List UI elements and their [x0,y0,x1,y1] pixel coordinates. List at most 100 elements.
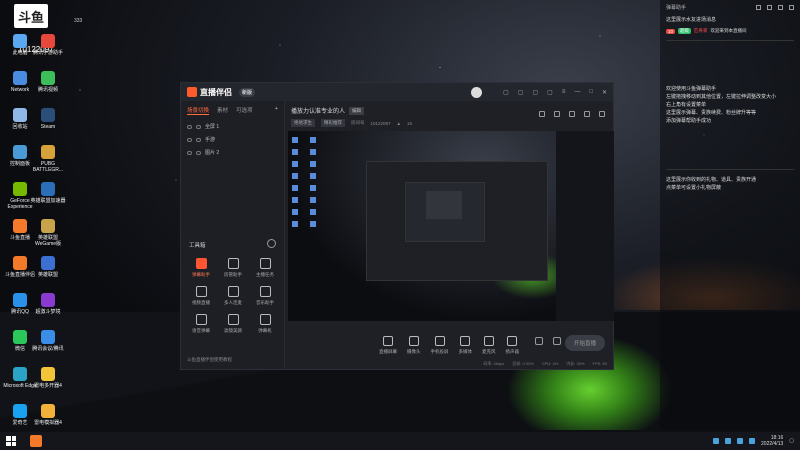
desktop-icon[interactable]: 腾讯会议/腾讯 [28,330,68,352]
tool-video-live[interactable]: 视频直播 [185,286,217,306]
tool-label: 弹幕助手 [192,272,210,277]
settings-icon[interactable] [756,4,761,10]
preview-nested-window [366,161,548,281]
version-badge[interactable]: 新版 [239,87,256,97]
tool-danmaku-assistant[interactable]: 弹幕助手 [185,258,217,278]
app-icon [41,367,55,381]
screen-capture-button[interactable]: 直播屏幕 [379,335,397,355]
skin-icon[interactable]: ▢ [547,89,553,96]
bitrate-status: 码率: 0kbps [483,361,505,366]
app-icon [41,256,55,270]
download-icon [227,286,239,297]
record-icon[interactable] [569,111,575,117]
chat-username[interactable]: 匹骨家 [694,28,708,34]
volume-tray-icon[interactable] [749,438,756,444]
tab-scene[interactable]: 场景切换 [187,106,210,115]
tool-voice-danmaku[interactable]: 语音弹幕 [185,314,217,334]
scene-item[interactable]: 手游 [181,133,284,146]
settings-icon[interactable]: ▢ [532,89,538,96]
add-scene-icon[interactable]: + [275,106,278,115]
media-button[interactable]: 多媒体 [459,335,472,355]
room-title[interactable]: 播放力认准专业的人 [291,106,345,115]
chat-message: 10 超级 匹骨家 欢迎来到本直播间 [660,26,800,36]
tool-anchor-task[interactable]: 主播任务 [249,258,281,278]
desktop-icon[interactable]: Steam [28,108,68,130]
lock-icon[interactable] [554,111,560,117]
microphone-button[interactable]: 麦克风 [482,335,496,355]
notification-icon[interactable]: ▢ [789,438,794,444]
share-icon[interactable] [599,111,605,117]
tab-material[interactable]: 素材 [217,106,228,115]
tool-beauty-filter[interactable]: 滤镜美颜 [217,314,249,334]
room-actions [539,111,605,117]
app-icon [41,330,55,344]
desktop-icon[interactable]: 雷电多开器4 [28,367,68,389]
voice-icon [195,314,207,325]
lock-icon[interactable] [196,150,201,155]
avatar[interactable] [471,86,483,98]
minimize-icon[interactable] [778,4,783,10]
network-tray-icon[interactable] [737,438,744,444]
recommend-chip[interactable]: 精彩推荐 [321,119,345,127]
eye-icon[interactable] [187,137,192,142]
desktop-icon[interactable]: 英雄联盟加速器 [28,182,68,204]
preview-nested-window-2 [405,182,485,242]
desktop-icon[interactable]: 超激斗梦境 [28,293,68,315]
tool-room-manager[interactable]: 房管助手 [217,258,249,278]
camera-button[interactable]: 摄像头 [407,335,421,355]
pause-icon[interactable] [553,337,561,345]
toolbox-settings-icon[interactable] [267,239,276,248]
phone-cast-button[interactable]: 手机投屏 [431,335,449,355]
desktop-icon-label: 英雄联盟 WeGame版 [34,235,62,247]
qq-tray-icon[interactable] [725,438,732,444]
help-text: 欢迎使用斗鱼弹幕助手 左键拖拽移动到其他位置，左键拉伸调整改变大小 右上角有设置… [660,83,800,127]
maximize-icon[interactable]: □ [589,89,593,95]
lock-icon[interactable] [196,124,201,129]
button-label: 扬声器 [505,348,520,354]
desktop-icon[interactable]: 英雄联盟 [28,256,68,278]
wechat-tray-icon[interactable] [713,438,720,444]
lock-icon[interactable] [196,137,201,142]
layout-icon[interactable] [539,111,545,117]
desktop-icon[interactable]: 雷电模拟器4 [28,404,68,426]
desktop-icon[interactable]: 英雄联盟 WeGame版 [28,219,68,247]
live-companion-taskbar-icon[interactable] [30,435,42,447]
eye-icon[interactable] [187,124,192,129]
tool-multi-mic[interactable]: 多人连麦 [217,286,249,306]
desktop-icon[interactable]: 腾讯视频 [28,71,68,93]
speaker-button[interactable]: 扬声器 [505,335,520,355]
menu-icon[interactable]: ≡ [562,89,566,95]
close-icon[interactable]: ✕ [602,89,607,96]
tab-options[interactable]: 可选项 [236,106,253,115]
clock[interactable]: 18:16 2022/4/13 [761,435,783,447]
mail-icon[interactable]: ▢ [518,89,524,96]
record-video-icon[interactable] [535,337,543,345]
category-chip[interactable]: 绝地求生 [291,119,315,127]
pin-icon[interactable] [767,4,772,10]
tutorial-link[interactable]: 斗鱼直播伴侣使用教程 [187,357,232,363]
close-icon[interactable] [789,4,794,10]
start-live-button[interactable]: 开始直播 [564,335,605,351]
tool-danmaku-machine[interactable]: 弹幕机 [249,314,281,334]
music-icon [259,286,271,297]
eye-icon[interactable] [187,150,192,155]
scene-item[interactable]: 图片 2 [181,146,284,159]
button-label: 直播屏幕 [379,348,397,354]
scene-item[interactable]: 全屏 1 [181,120,284,133]
desktop-icon[interactable]: PUBG BATTLEGR... [28,145,68,173]
minimize-icon[interactable]: — [574,89,580,95]
windows-start-icon[interactable] [6,436,16,446]
stream-preview[interactable] [288,131,614,321]
message-icon[interactable]: ▢ [503,89,509,96]
scene-item-label: 手游 [205,137,216,143]
button-label: 摄像头 [407,348,421,354]
room-id-label: 房间号 [351,120,365,125]
tool-music[interactable]: 音乐助手 [249,286,281,306]
app-icon [13,182,27,196]
date: 2022/4/13 [761,441,784,447]
toolbox-title: 工具箱 [189,243,206,249]
edit-title-button[interactable]: 编辑 [349,106,365,115]
filter-icon [227,314,239,325]
bell-icon[interactable] [584,111,590,117]
desktop-icon[interactable]: 腾讯手游助手 [28,34,68,56]
